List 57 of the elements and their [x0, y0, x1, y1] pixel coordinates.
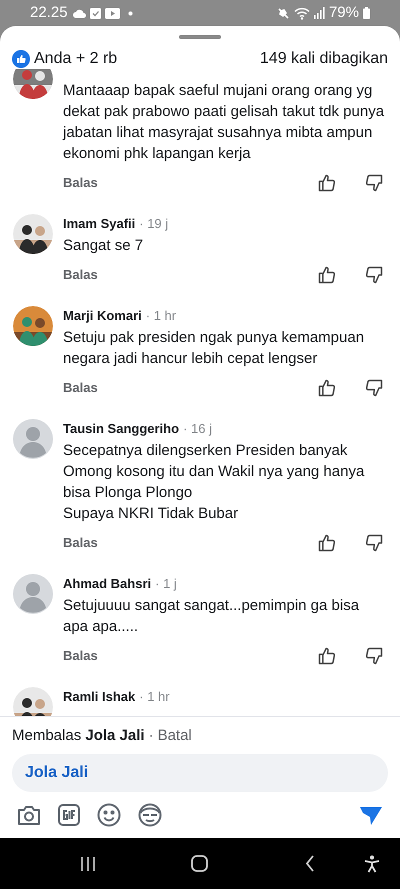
thumbs-down-icon[interactable] — [364, 173, 384, 193]
commenter-name[interactable]: Marji Komari — [63, 306, 142, 326]
dot-icon — [128, 10, 133, 16]
thumbs-up-icon[interactable] — [317, 265, 337, 285]
comment-text: Mantaaap bapak saeful mujani orang orang yg dekat pak prabowo paati gelisah takut tdk punya jabatan lihat masyrajat susahnya mibta ampun ekonomi phk lapangan kerja — [63, 81, 386, 164]
commenter-name[interactable]: Imam Syafii — [63, 214, 136, 234]
comment-time: · 1 hr — [146, 307, 176, 325]
reply-link[interactable]: Balas — [63, 646, 98, 666]
thumbs-down-icon[interactable] — [364, 646, 384, 666]
reply-link[interactable]: Balas — [63, 265, 98, 285]
back-icon[interactable] — [305, 855, 315, 872]
status-time: 22.25 — [30, 2, 68, 23]
home-icon[interactable] — [191, 855, 208, 872]
comment-text: Setujuuuu sangat sangat...pemimpin ga bisa apa apa..... — [63, 596, 360, 637]
signal-icon — [314, 7, 325, 19]
reply-link[interactable]: Balas — [63, 533, 98, 553]
comment-text: Setuju pak presiden ngak punya kemampuan negara jadi hancur lebih cepat lengser — [63, 328, 366, 369]
thumbs-down-icon[interactable] — [364, 265, 384, 285]
cloud-icon — [72, 8, 86, 18]
thumbs-up-icon[interactable] — [317, 173, 337, 193]
smiley-icon[interactable] — [97, 803, 121, 827]
share-count[interactable]: 149 kali dibagikan — [260, 47, 388, 71]
gif-icon[interactable] — [58, 804, 80, 826]
battery-icon — [363, 7, 370, 19]
comment-text: Secepatnya dilengserken Presiden banyak Omong kosong itu dan Wakil nya yang hanya bisa Plonga Plongo Supaya NKRI Tidak Bubar — [63, 441, 366, 524]
play-icon — [104, 8, 120, 18]
send-icon[interactable] — [359, 804, 383, 826]
mute-icon — [276, 6, 290, 20]
comment-time: · 19 j — [139, 215, 168, 233]
thumbs-down-icon[interactable] — [364, 533, 384, 553]
camera-icon[interactable] — [17, 804, 41, 826]
comment-time: · 1 hr — [139, 688, 170, 706]
drag-handle[interactable] — [179, 35, 221, 39]
reply-link[interactable]: Balas — [63, 378, 98, 398]
comment-time: · 1 j — [155, 575, 177, 593]
wifi-icon — [294, 6, 310, 20]
recent-apps-icon[interactable] — [80, 856, 96, 872]
thumbs-up-icon[interactable] — [317, 533, 337, 553]
replying-to-label: Membalas Jola Jali — [12, 726, 145, 746]
cancel-link[interactable]: Batal — [158, 724, 192, 747]
avatar-sticker-icon[interactable] — [138, 803, 162, 827]
comment-time: · 16 j — [183, 420, 212, 438]
like-icon — [12, 50, 30, 68]
thumbs-up-icon[interactable] — [317, 646, 337, 666]
thumbs-up-icon[interactable] — [317, 378, 337, 398]
comment-text: Sangat se 7 — [63, 236, 144, 256]
commenter-name[interactable]: Ramli Ishak — [63, 687, 136, 706]
commenter-name[interactable]: Ahmad Bahsri — [63, 574, 152, 594]
comment-input[interactable]: Jola Jali — [12, 754, 388, 792]
reply-link[interactable]: Balas — [63, 173, 98, 193]
thumbs-down-icon[interactable] — [364, 378, 384, 398]
checkbox-icon — [90, 8, 101, 18]
commenter-name[interactable]: Tausin Sanggeriho — [63, 419, 180, 438]
battery-percent: 79% — [328, 2, 359, 23]
accessibility-icon[interactable] — [364, 854, 380, 872]
reaction-summary[interactable]: Anda + 2 rb — [34, 47, 118, 71]
separator-dot: · — [148, 726, 154, 746]
